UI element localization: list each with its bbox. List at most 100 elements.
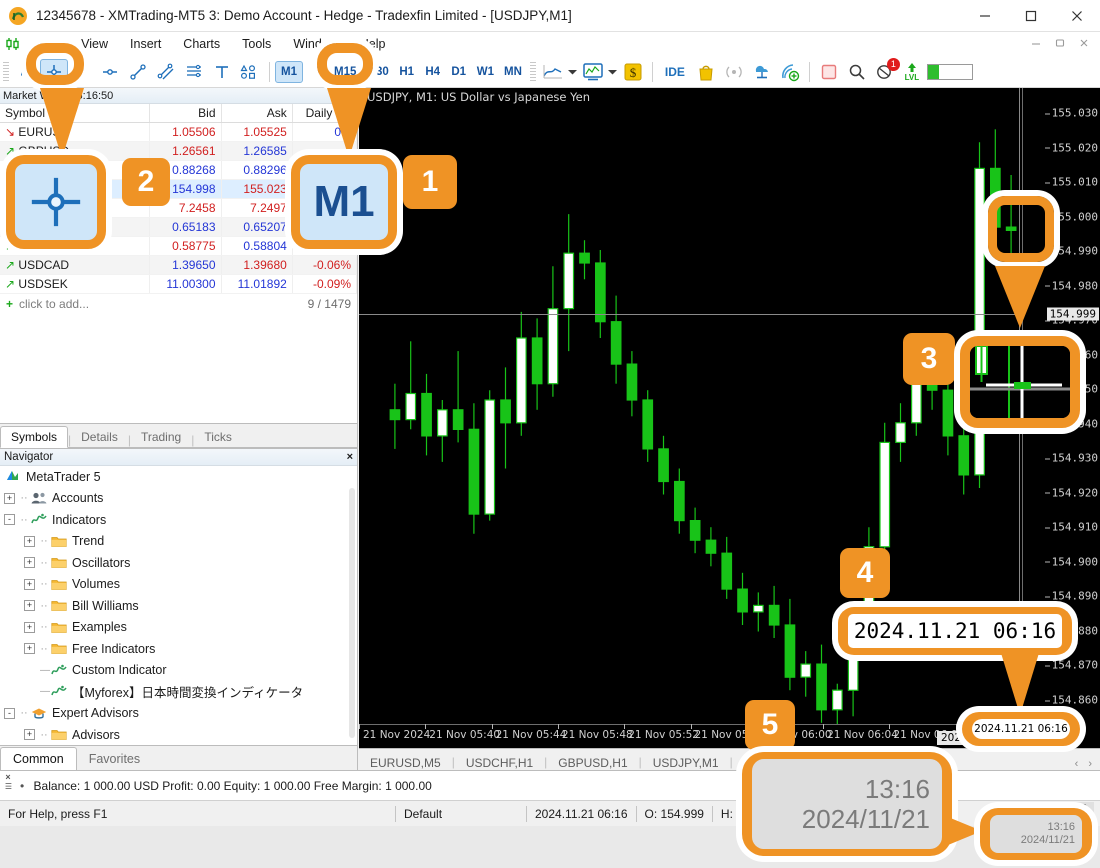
nav-tree-item[interactable]: + ·· Oscillators (0, 552, 357, 574)
search-icon[interactable] (843, 59, 871, 85)
ide-button[interactable]: IDE (658, 59, 692, 85)
vps-cloud-icon[interactable] (748, 59, 776, 85)
price-axis[interactable]: 155.030 155.020 155.010 155.000 154.990 154.9… (1022, 88, 1100, 748)
channel-tool-icon[interactable] (152, 59, 180, 85)
nav-tree-item[interactable]: + ·· Volumes (0, 574, 357, 596)
inner-close-button[interactable] (1078, 37, 1090, 51)
menu-item-help[interactable]: Help (349, 32, 397, 56)
menu-item-window[interactable]: Window (282, 32, 348, 56)
timeframe-h4[interactable]: H4 (420, 61, 446, 83)
timeframe-m15[interactable]: M15 (329, 61, 361, 83)
col-daily-change[interactable]: Daily Ch (292, 104, 358, 123)
market-watch-icon[interactable] (4, 37, 22, 51)
minimize-button[interactable] (962, 0, 1008, 32)
market-bag-icon[interactable] (692, 59, 720, 85)
tab-details[interactable]: Details (71, 427, 128, 447)
tab-trading[interactable]: Trading (131, 427, 191, 447)
nav-tree-item[interactable]: — 【Myforex】日本時間変換インディケータ (0, 681, 357, 703)
text-tool-icon[interactable] (208, 59, 236, 85)
navigator-close-icon[interactable]: × (347, 449, 353, 465)
table-row[interactable]: ↘ EURUSD 1.05506 1.05525 0.0 (0, 122, 358, 142)
timeframe-w1[interactable]: W1 (472, 61, 499, 83)
toolbar-grip[interactable] (3, 61, 9, 82)
tab-symbols[interactable]: Symbols (0, 426, 69, 448)
table-row[interactable]: ↗ USDSEK 11.00300 11.01892 -0.09% (0, 274, 358, 294)
nav-tree-item[interactable]: + ·· Bill Williams (0, 595, 357, 617)
col-bid[interactable]: Bid (149, 104, 222, 123)
col-ask[interactable]: Ask (221, 104, 293, 123)
table-row[interactable]: ↗ NZDUSD 0.58775 0.58804 0.04% (0, 236, 358, 256)
navigator-scrollbar[interactable] (349, 488, 355, 738)
nav-tree-item[interactable]: + ·· Trend (0, 531, 357, 553)
indicator-dropdown-icon[interactable] (607, 59, 619, 85)
shapes-tool-icon[interactable] (236, 59, 264, 85)
tab-common[interactable]: Common (0, 747, 77, 771)
scroll-left-icon[interactable]: ‹ (1075, 758, 1079, 770)
timeframe-m5[interactable]: 5 (303, 61, 329, 83)
tree-expander-expand-icon[interactable]: + (24, 578, 35, 590)
timeframe-m30[interactable]: M30 (361, 61, 393, 83)
tree-expander-expand-icon[interactable]: + (24, 621, 35, 633)
timeframe-mn[interactable]: MN (499, 61, 527, 83)
scroll-right-icon[interactable]: › (1088, 758, 1092, 770)
nav-tree-item[interactable]: - ·· Indicators (0, 509, 357, 531)
notifications-icon[interactable]: 1 (871, 57, 900, 85)
menu-item-charts[interactable]: Charts (172, 32, 231, 56)
close-button[interactable] (1054, 0, 1100, 32)
line-chart-icon[interactable] (539, 59, 567, 85)
lvl-indicator-icon[interactable]: LVL (899, 59, 925, 85)
tree-expander-expand-icon[interactable]: + (24, 643, 35, 655)
horizontal-line-tool-icon[interactable] (96, 59, 124, 85)
trendline-tool-icon[interactable] (124, 59, 152, 85)
inner-restore-button[interactable] (1054, 37, 1066, 51)
maximize-button[interactable] (1008, 0, 1054, 32)
timeframe-m1[interactable]: M1 (275, 60, 303, 83)
fibonacci-tool-icon[interactable] (180, 59, 208, 85)
menu-item-tools[interactable]: Tools (231, 32, 282, 56)
table-row[interactable]: ↗ USDDKK 7.2458 7.2497 (0, 198, 358, 218)
crosshair-tool-icon[interactable] (40, 58, 68, 85)
time-axis[interactable]: 21 Nov 2024 21 Nov 05:40 21 Nov 05:44 21 No… (359, 724, 1030, 748)
menu-item-file[interactable]: File (28, 32, 70, 56)
tree-expander-expand-icon[interactable]: + (24, 729, 35, 741)
nav-tree-item[interactable]: + ·· Free Indicators (0, 638, 357, 660)
market-watch-add-row[interactable]: + click to add... 9 / 1479 (0, 294, 357, 314)
toolbar-grip-2[interactable] (529, 61, 536, 82)
tree-expander-expand-icon[interactable]: + (24, 535, 35, 547)
table-row[interactable]: ↗ USDCHF 0.88268 0.88296 (0, 160, 358, 180)
nav-tree-item[interactable]: — Custom Indicator (0, 660, 357, 682)
tree-expander-collapse-icon[interactable]: - (4, 514, 15, 526)
tab-favorites[interactable]: Favorites (77, 748, 152, 770)
nav-tree-item[interactable]: MetaTrader 5 (0, 466, 357, 488)
signals-icon[interactable] (720, 59, 748, 85)
menu-item-insert[interactable]: Insert (119, 32, 172, 56)
nav-tree-item[interactable]: - ·· Expert Advisors (0, 703, 357, 725)
tree-expander-expand-icon[interactable]: + (24, 600, 35, 612)
status-profile[interactable]: Default (396, 801, 526, 827)
tree-expander-expand-icon[interactable]: + (24, 557, 35, 569)
inner-minimize-button[interactable] (1030, 37, 1042, 51)
line-chart-dropdown-icon[interactable] (567, 59, 579, 85)
timeframe-d1[interactable]: D1 (446, 61, 472, 83)
indicator-window-icon[interactable] (579, 59, 607, 85)
stop-icon[interactable] (815, 59, 843, 85)
vertical-line-tool-icon[interactable] (68, 59, 96, 85)
toolbox-close-icon[interactable]: × ☰ (0, 771, 16, 801)
tree-expander-expand-icon[interactable]: + (4, 492, 15, 504)
cursor-tool-icon[interactable] (12, 59, 40, 85)
tab-ticks[interactable]: Ticks (194, 427, 242, 447)
table-row[interactable]: ↗ GBPUSD 1.26561 1.26585 (0, 141, 358, 161)
timeframe-h1[interactable]: H1 (394, 61, 420, 83)
new-order-icon[interactable]: $ (619, 59, 647, 85)
tree-expander-collapse-icon[interactable]: - (4, 707, 15, 719)
chart-area[interactable]: USDJPY, M1: US Dollar vs Japanese Yen 15… (359, 88, 1100, 748)
nav-tree-item[interactable]: + ·· Examples (0, 617, 357, 639)
col-symbol[interactable]: Symbol (0, 104, 151, 123)
nav-tree-item[interactable]: + ·· Advisors (0, 724, 357, 745)
copy-trading-icon[interactable] (776, 59, 804, 85)
table-row[interactable]: ↗ USDCAD 1.39650 1.39680 -0.06% (0, 255, 358, 275)
table-row[interactable]: ↗ USDJPY 154.998 155.023 (0, 179, 358, 199)
table-row[interactable]: ↗ AUDUSD 0.65183 0.65207 (0, 217, 358, 237)
menu-item-view[interactable]: View (70, 32, 119, 56)
nav-tree-item[interactable]: + ·· Accounts (0, 488, 357, 510)
